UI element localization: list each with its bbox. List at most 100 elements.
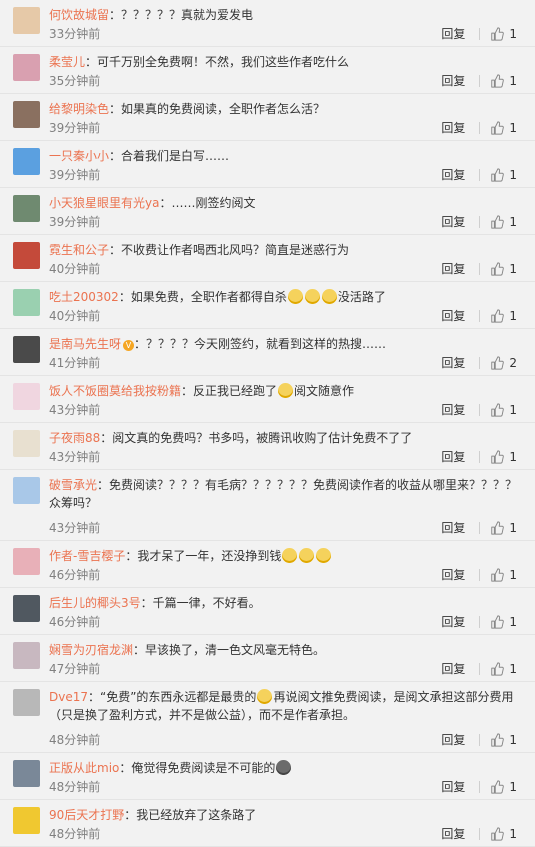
avatar[interactable] (13, 548, 40, 575)
like-button[interactable]: 2 (490, 356, 517, 370)
avatar[interactable] (13, 242, 40, 269)
comment-author-link[interactable]: 作者-雪吉樱子 (49, 549, 125, 563)
comment-author-link[interactable]: 柔莹儿 (49, 55, 85, 69)
like-button[interactable]: 1 (490, 827, 517, 841)
reply-button[interactable]: 回复 (441, 72, 465, 89)
like-button[interactable]: 1 (490, 27, 517, 41)
comment-author-link[interactable]: 破雪承光 (49, 478, 97, 492)
comment-text: Dve17：“免费”的东西永远都是最贵的 再说阅文推免费阅读，是阅文承担这部分费用… (49, 688, 521, 724)
avatar[interactable] (13, 642, 40, 669)
comment-author-link[interactable]: 子夜雨88 (49, 431, 100, 445)
avatar[interactable] (13, 195, 40, 222)
thumbs-up-icon (491, 520, 505, 535)
like-button[interactable]: 1 (490, 568, 517, 582)
comment-time: 39分钟前 (49, 215, 101, 229)
comment-actions: 回复 1 (441, 778, 517, 795)
avatar[interactable] (13, 430, 40, 457)
avatar[interactable] (13, 101, 40, 128)
reply-button[interactable]: 回复 (441, 119, 465, 136)
like-button[interactable]: 1 (490, 780, 517, 794)
reply-button[interactable]: 回复 (441, 401, 465, 418)
divider (479, 262, 481, 275)
reply-button[interactable]: 回复 (441, 213, 465, 230)
avatar[interactable] (13, 54, 40, 81)
comment-body: ：如果免费，全职作者都得自杀 (118, 290, 287, 304)
comment-author-link[interactable]: 霓生和公子 (49, 243, 109, 257)
comment-text: 小天狼星眼里有光ya：……刚签约阅文 (49, 194, 521, 212)
avatar[interactable] (13, 7, 40, 34)
comment-actions: 回复 1 (441, 72, 517, 89)
thumbs-up-icon (491, 214, 505, 229)
comment-author-link[interactable]: 后生儿的椰头3号 (49, 596, 141, 610)
comment-text: 后生儿的椰头3号：千篇一律，不好看。 (49, 594, 521, 612)
comment-author-link[interactable]: 何饮故城留 (49, 8, 109, 22)
comment-time: 43分钟前 (49, 450, 101, 464)
comment-time: 35分钟前 (49, 74, 101, 88)
comment-author-link[interactable]: 一只秦小小 (49, 149, 109, 163)
thumbs-up-icon (491, 779, 505, 794)
reply-button[interactable]: 回复 (441, 166, 465, 183)
comment-text: 一只秦小小：合着我们是白写…… (49, 147, 521, 165)
comment-time: 46分钟前 (49, 568, 101, 582)
like-button[interactable]: 1 (490, 121, 517, 135)
comment-time: 40分钟前 (49, 262, 101, 276)
comment-actions: 回复 1 (441, 307, 517, 324)
avatar[interactable] (13, 689, 40, 716)
avatar[interactable] (13, 383, 40, 410)
reply-button[interactable]: 回复 (441, 778, 465, 795)
comment-text: 饭人不饭圈莫给我按粉籍：反正我已经跑了 阅文随意作 (49, 382, 521, 400)
reply-button[interactable]: 回复 (441, 825, 465, 842)
avatar[interactable] (13, 760, 40, 787)
comment-author-link[interactable]: 娴雪为刃宿龙渊 (49, 643, 133, 657)
avatar[interactable] (13, 595, 40, 622)
comment-author-link[interactable]: 正版从此mio (49, 761, 119, 775)
comment-body-continued: 没活路了 (337, 290, 386, 304)
avatar[interactable] (13, 477, 40, 504)
like-button[interactable]: 1 (490, 450, 517, 464)
like-count: 1 (509, 214, 517, 229)
reply-button[interactable]: 回复 (441, 519, 465, 536)
avatar[interactable] (13, 289, 40, 316)
like-count: 1 (509, 661, 517, 676)
like-button[interactable]: 1 (490, 309, 517, 323)
like-button[interactable]: 1 (490, 615, 517, 629)
reply-button[interactable]: 回复 (441, 25, 465, 42)
like-button[interactable]: 1 (490, 215, 517, 229)
comment-author-link[interactable]: 吃土200302 (49, 290, 119, 304)
like-count: 1 (509, 520, 517, 535)
reply-button[interactable]: 回复 (441, 307, 465, 324)
comment-item: 一只秦小小：合着我们是白写…… 39分钟前 回复 1 (0, 141, 535, 188)
reply-button[interactable]: 回复 (441, 613, 465, 630)
comment-author-link[interactable]: 饭人不饭圈莫给我按粉籍 (49, 384, 181, 398)
reply-button[interactable]: 回复 (441, 566, 465, 583)
reply-button[interactable]: 回复 (441, 448, 465, 465)
comment-author-link[interactable]: 是南马先生呀 (49, 337, 121, 351)
like-button[interactable]: 1 (490, 662, 517, 676)
comment-item: 饭人不饭圈莫给我按粉籍：反正我已经跑了 阅文随意作 43分钟前 回复 1 (0, 376, 535, 423)
reply-button[interactable]: 回复 (441, 660, 465, 677)
comment-time: 39分钟前 (49, 121, 101, 135)
reply-button[interactable]: 回复 (441, 260, 465, 277)
comment-author-link[interactable]: 小天狼星眼里有光ya (49, 196, 159, 210)
avatar[interactable] (13, 807, 40, 834)
like-button[interactable]: 1 (490, 521, 517, 535)
comment-text: 90后天才打野：我已经放弃了这条路了 (49, 806, 521, 824)
comment-author-link[interactable]: Dve17 (49, 690, 88, 704)
reply-button[interactable]: 回复 (441, 354, 465, 371)
like-button[interactable]: 1 (490, 74, 517, 88)
like-button[interactable]: 1 (490, 262, 517, 276)
comment-time: 43分钟前 (49, 521, 101, 535)
comment-item: 90后天才打野：我已经放弃了这条路了 48分钟前 回复 1 (0, 800, 535, 847)
comment-author-link[interactable]: 90后天才打野 (49, 808, 124, 822)
comment-item: 柔莹儿：可千万别全免费啊！不然，我们这些作者吃什么 35分钟前 回复 1 (0, 47, 535, 94)
comment-actions: 回复 1 (441, 119, 517, 136)
comment-text: 作者-雪吉樱子：我才呆了一年，还没挣到钱 (49, 547, 521, 565)
avatar[interactable] (13, 336, 40, 363)
like-button[interactable]: 1 (490, 403, 517, 417)
avatar[interactable] (13, 148, 40, 175)
like-button[interactable]: 1 (490, 733, 517, 747)
like-count: 1 (509, 614, 517, 629)
reply-button[interactable]: 回复 (441, 731, 465, 748)
comment-author-link[interactable]: 给黎明染色 (49, 102, 109, 116)
like-button[interactable]: 1 (490, 168, 517, 182)
